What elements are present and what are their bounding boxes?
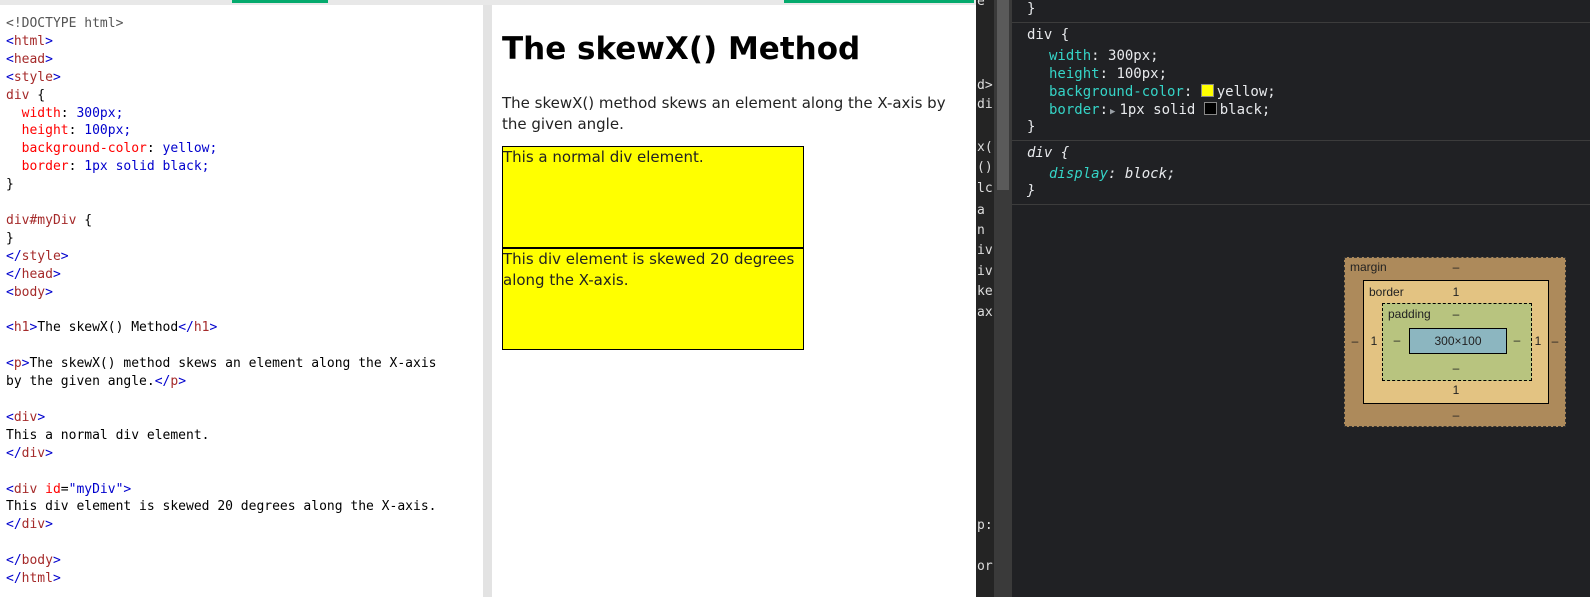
code-line[interactable]: </html> [6,571,61,586]
yellow-color-swatch[interactable] [1200,84,1214,97]
margin-left-value[interactable]: – [1345,334,1365,348]
rule1-prop-background[interactable]: background-color: yellow; [1049,83,1276,101]
elements-panel-fragment: lc [977,181,993,196]
result-heading: The skewX() Method [502,31,861,67]
code-line[interactable]: } [6,177,14,192]
elements-panel-fragment: d> [977,78,993,93]
margin-top-value[interactable]: – [1446,260,1466,274]
code-line[interactable]: </div> [6,517,53,532]
black-color-swatch[interactable] [1203,102,1217,115]
code-line[interactable]: This a normal div element. [6,428,210,443]
rule2-selector[interactable]: div { [1027,144,1069,162]
code-line[interactable]: width: 300px; [6,106,124,121]
elements-panel-fragment: e [977,0,985,9]
border-bottom-value[interactable]: 1 [1446,383,1466,397]
rule-separator [1012,204,1590,205]
elements-panel-fragment: p: [977,518,993,533]
active-tab-indicator-result [784,0,974,3]
rule-separator [1012,22,1590,23]
code-line[interactable]: height: 100px; [6,123,132,138]
box-model-border[interactable]: border 1 1 1 1 padding – – – – 300×100 [1363,280,1549,404]
padding-bottom-value[interactable]: – [1446,361,1466,375]
rule-separator [1012,140,1590,141]
rule1-prop-width[interactable]: width: 300px; [1049,47,1159,65]
elements-panel-fragment: di [977,97,993,112]
rule2-end: } [1027,183,1036,199]
elements-panel-fragment: n [977,223,985,238]
box-model-padding[interactable]: padding – – – – 300×100 [1382,303,1532,381]
code-line[interactable]: <div id="myDiv"> [6,482,131,497]
prev-rule-end: } [1027,1,1036,17]
code-line[interactable]: </body> [6,553,61,568]
elements-panel-fragment: ax [977,305,993,320]
code-line[interactable]: </div> [6,446,53,461]
normal-div: This a normal div element. [502,146,804,248]
result-frame: The skewX() Method The skewX() method sk… [492,5,976,597]
rule1-prop-height[interactable]: height: 100px; [1049,65,1167,83]
code-line[interactable]: </head> [6,267,61,282]
skewed-div: This div element is skewed 20 degrees al… [502,248,804,350]
margin-bottom-value[interactable]: – [1446,408,1466,422]
rule2-prop-display[interactable]: display: block; [1049,165,1175,183]
border-label: border [1369,285,1404,299]
code-line[interactable]: <style> [6,70,61,85]
code-line[interactable]: <!DOCTYPE html> [6,16,123,31]
rule1-end: } [1027,119,1036,135]
code-line[interactable]: div#myDiv { [6,213,92,228]
pane-divider[interactable] [483,5,492,597]
padding-top-value[interactable]: – [1446,307,1466,321]
box-model-margin[interactable]: margin – – – – border 1 1 1 1 padding – … [1344,257,1566,427]
code-line[interactable]: } [6,231,14,246]
code-text[interactable]: <!DOCTYPE html> <html> <head> <style> di… [0,5,483,588]
code-editor[interactable]: <!DOCTYPE html> <html> <head> <style> di… [0,5,483,597]
elements-panel-edge: e d> di x( () lc a n iv iv ke ax p: or [976,0,994,597]
vertical-scrollbar[interactable] [994,0,1012,597]
rule1-prop-border[interactable]: border: ▶ 1px solid black; [1049,101,1270,121]
scrollbar-thumb[interactable] [997,0,1009,190]
code-line[interactable]: <body> [6,285,53,300]
elements-panel-fragment: ke [977,284,993,299]
margin-label: margin [1350,260,1387,274]
elements-panel-fragment: a [977,203,985,218]
elements-panel-fragment: () [977,160,993,175]
code-line[interactable]: <head> [6,52,53,67]
padding-label: padding [1388,307,1431,321]
code-line[interactable]: div { [6,88,45,103]
code-line[interactable]: by the given angle.</p> [6,374,186,389]
code-line[interactable]: This div element is skewed 20 degrees al… [6,499,436,514]
box-model-content[interactable]: 300×100 [1409,328,1507,354]
code-line[interactable]: <p>The skewX() method skews an element a… [6,356,436,371]
elements-panel-fragment: x( [977,140,993,155]
code-line[interactable]: <div> [6,410,45,425]
elements-panel-fragment: iv [977,264,993,279]
padding-right-value[interactable]: – [1507,333,1527,347]
code-line[interactable]: <h1>The skewX() Method</h1> [6,320,217,335]
code-line[interactable]: border: 1px solid black; [6,159,210,174]
border-left-value[interactable]: 1 [1364,334,1384,348]
code-line[interactable]: <html> [6,34,53,49]
code-line[interactable]: </style> [6,249,69,264]
code-line[interactable]: background-color: yellow; [6,141,218,156]
result-paragraph: The skewX() method skews an element alon… [502,94,946,133]
elements-panel-fragment: iv [977,243,993,258]
border-top-value[interactable]: 1 [1446,285,1466,299]
expand-triangle-icon[interactable]: ▶ [1110,107,1115,117]
rule1-selector[interactable]: div { [1027,26,1069,44]
elements-panel-fragment: or [977,559,993,574]
active-tab-indicator [232,0,328,3]
padding-left-value[interactable]: – [1387,333,1407,347]
